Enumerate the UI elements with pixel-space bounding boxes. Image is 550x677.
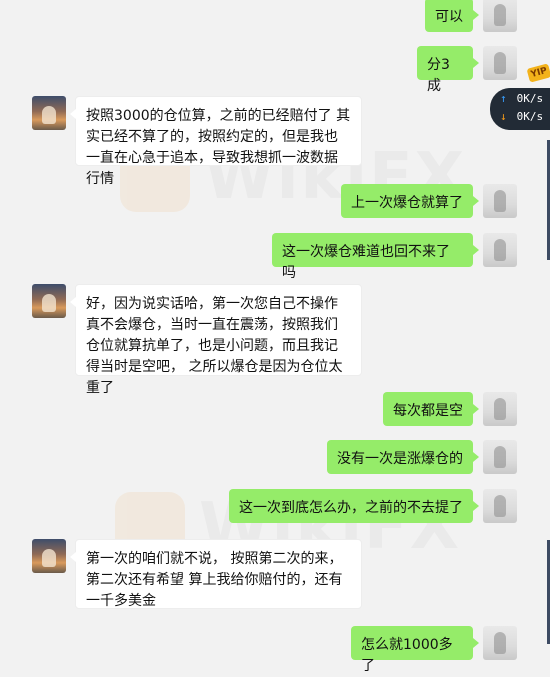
upload-speed: 0K/s <box>516 92 544 105</box>
avatar[interactable] <box>483 233 517 267</box>
message-text: 按照3000的仓位算，之前的已经赔付了 其实已经不算了的，按照约定的，但是我也一… <box>86 108 351 187</box>
message-text: 没有一次是涨爆仓的 <box>337 451 463 467</box>
message-bubble[interactable]: 按照3000的仓位算，之前的已经赔付了 其实已经不算了的，按照约定的，但是我也一… <box>70 96 362 187</box>
avatar[interactable] <box>483 46 517 80</box>
message-text: 第一次的咱们就不说， 按照第二次的来，第二次还有希望 算上我给你赔付的，还有一千… <box>86 551 343 609</box>
message-bubble[interactable]: 这一次到底怎么办，之前的不去提了 <box>229 489 479 523</box>
message-bubble[interactable]: 上一次爆仓就算了 <box>341 184 479 218</box>
message-bubble[interactable]: 这一次爆仓难道也回不来了吗 <box>272 233 479 281</box>
avatar[interactable] <box>32 284 66 318</box>
message-text: 这一次爆仓难道也回不来了吗 <box>282 244 450 281</box>
avatar[interactable] <box>483 626 517 660</box>
message-bubble[interactable]: 可以 <box>425 0 479 32</box>
network-speed-widget[interactable]: ↑ 0K/s ↓ 0K/s <box>490 88 550 130</box>
avatar[interactable] <box>32 539 66 573</box>
message-text: 可以 <box>435 9 463 25</box>
chat-area: WikiFX WikiFX 可以 分3成 按照3000的仓位算，之前的已经赔付了… <box>0 0 550 674</box>
message-bubble[interactable]: 好，因为说实话哈，第一次您自己不操作 真不会爆仓，当时一直在震荡，按照我们仓位就… <box>70 284 362 396</box>
avatar[interactable] <box>483 440 517 474</box>
download-arrow-icon: ↓ <box>500 110 507 123</box>
message-text: 上一次爆仓就算了 <box>351 195 463 211</box>
avatar[interactable] <box>483 184 517 218</box>
message-text: 怎么就1000多了 <box>361 637 453 674</box>
message-text: 好，因为说实话哈，第一次您自己不操作 真不会爆仓，当时一直在震荡，按照我们仓位就… <box>86 296 343 396</box>
message-bubble[interactable]: 怎么就1000多了 <box>351 626 479 674</box>
message-bubble[interactable]: 分3成 <box>417 46 479 94</box>
avatar[interactable] <box>32 96 66 130</box>
avatar[interactable] <box>483 489 517 523</box>
message-bubble[interactable]: 没有一次是涨爆仓的 <box>327 440 479 474</box>
message-text: 分3成 <box>427 57 450 94</box>
message-bubble[interactable]: 每次都是空 <box>383 392 479 426</box>
avatar[interactable] <box>483 0 517 32</box>
message-text: 这一次到底怎么办，之前的不去提了 <box>239 500 463 516</box>
message-text: 每次都是空 <box>393 403 463 419</box>
avatar[interactable] <box>483 392 517 426</box>
download-speed: 0K/s <box>516 110 544 123</box>
upload-arrow-icon: ↑ <box>500 92 507 105</box>
message-bubble[interactable]: 第一次的咱们就不说， 按照第二次的来，第二次还有希望 算上我给你赔付的，还有一千… <box>70 539 362 609</box>
